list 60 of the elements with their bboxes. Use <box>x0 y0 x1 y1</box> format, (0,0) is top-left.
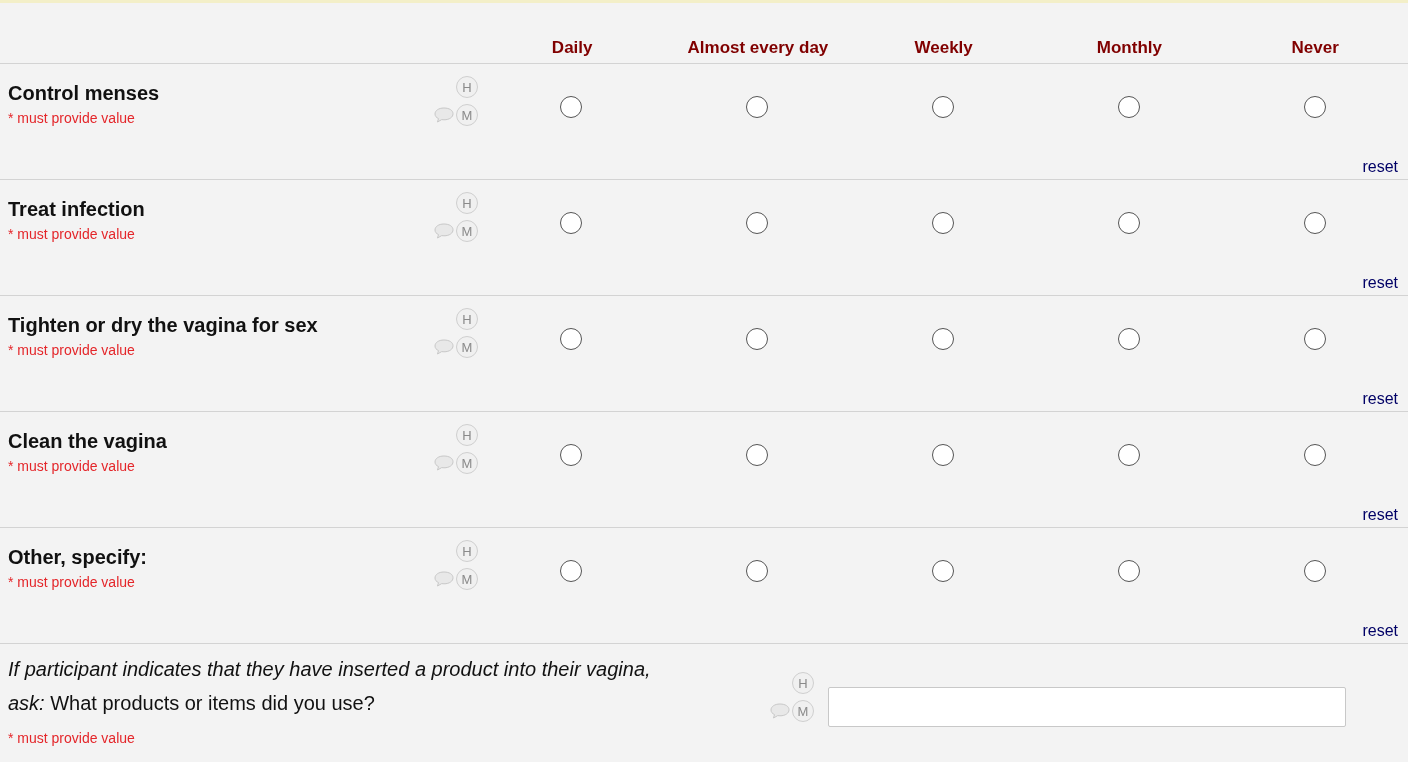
radio-button[interactable] <box>1304 560 1326 582</box>
radio-button[interactable] <box>746 212 768 234</box>
column-header: Almost every day <box>687 36 829 59</box>
question-label: Treat infection <box>8 197 146 222</box>
radio-button[interactable] <box>746 560 768 582</box>
required-note: * must provide value <box>8 573 136 592</box>
radio-button[interactable] <box>1118 444 1140 466</box>
radio-button[interactable] <box>1118 560 1140 582</box>
history-button[interactable]: H <box>456 192 478 214</box>
reset-link[interactable]: reset <box>1362 619 1398 643</box>
column-header: Weekly <box>914 36 973 59</box>
column-header: Daily <box>551 36 593 59</box>
question-text: If participant indicates that they have inserted a product into their vagina, ask: What products or items did you use? <box>8 657 652 716</box>
text-input[interactable] <box>828 687 1346 727</box>
radio-button[interactable] <box>560 328 582 350</box>
column-header: Never <box>1291 36 1339 59</box>
radio-button[interactable] <box>1118 328 1140 350</box>
radio-button[interactable] <box>932 212 954 234</box>
radio-button[interactable] <box>932 96 954 118</box>
reset-link[interactable]: reset <box>1362 155 1398 179</box>
column-header: Monthly <box>1096 36 1162 59</box>
missing-code-button[interactable]: M <box>456 336 478 358</box>
radio-button[interactable] <box>560 444 582 466</box>
history-button[interactable]: H <box>456 76 478 98</box>
radio-button[interactable] <box>1304 212 1326 234</box>
question-label: Control menses <box>8 81 161 106</box>
question-label: Tighten or dry the vagina for sex <box>8 313 319 338</box>
reset-link[interactable]: reset <box>1362 387 1398 411</box>
missing-code-button[interactable]: M <box>456 104 478 126</box>
radio-button[interactable] <box>746 96 768 118</box>
radio-button[interactable] <box>1304 444 1326 466</box>
radio-button[interactable] <box>1304 328 1326 350</box>
history-button[interactable]: H <box>456 308 478 330</box>
radio-button[interactable] <box>746 444 768 466</box>
required-note: * must provide value <box>8 729 136 748</box>
missing-code-button[interactable]: M <box>456 220 478 242</box>
question-label: Other, specify: <box>8 545 148 570</box>
radio-button[interactable] <box>560 560 582 582</box>
radio-button[interactable] <box>560 212 582 234</box>
radio-button[interactable] <box>560 96 582 118</box>
missing-code-button[interactable]: M <box>792 700 814 722</box>
reset-link[interactable]: reset <box>1362 271 1398 295</box>
history-button[interactable]: H <box>456 424 478 446</box>
reset-link[interactable]: reset <box>1362 503 1398 527</box>
radio-button[interactable] <box>1118 212 1140 234</box>
radio-button[interactable] <box>746 328 768 350</box>
radio-button[interactable] <box>932 444 954 466</box>
required-note: * must provide value <box>8 457 136 476</box>
missing-code-button[interactable]: M <box>456 452 478 474</box>
required-note: * must provide value <box>8 109 136 128</box>
radio-button[interactable] <box>1304 96 1326 118</box>
radio-button[interactable] <box>1118 96 1140 118</box>
missing-code-button[interactable]: M <box>456 568 478 590</box>
question-label: Clean the vagina <box>8 429 168 454</box>
history-button[interactable]: H <box>792 672 814 694</box>
radio-button[interactable] <box>932 328 954 350</box>
required-note: * must provide value <box>8 341 136 360</box>
required-note: * must provide value <box>8 225 136 244</box>
radio-button[interactable] <box>932 560 954 582</box>
history-button[interactable]: H <box>456 540 478 562</box>
